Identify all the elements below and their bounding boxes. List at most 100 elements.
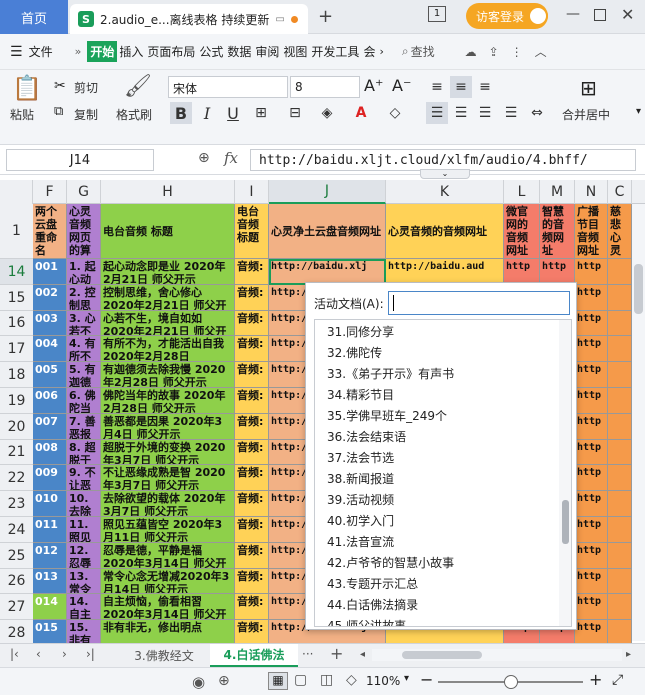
list-item[interactable]: 40.初学入门 — [327, 511, 394, 532]
table-cell-i[interactable]: 音频: — [235, 543, 269, 569]
eye-protection-icon[interactable]: ◉ — [192, 673, 205, 691]
menu-view[interactable]: 视图 — [281, 43, 309, 60]
table-cell-n[interactable]: http — [575, 414, 608, 440]
table-cell-f[interactable]: 007 — [33, 414, 67, 440]
last-sheet-icon[interactable]: ›| — [86, 647, 95, 661]
distribute-icon[interactable]: ⇔ — [526, 102, 548, 124]
table-cell-h[interactable]: 自主烦恼，偷看相習 2020年3月14日 师父开示 — [101, 594, 235, 620]
list-item[interactable]: 45.师父讲故事 — [327, 616, 406, 626]
document-tab[interactable]: S 2.audio_e...离线表格 持续更新 ▭ — [70, 4, 308, 34]
column-header-N[interactable]: N — [575, 180, 608, 204]
table-cell-i[interactable]: 音频: — [235, 414, 269, 440]
list-scrollbar[interactable] — [559, 320, 571, 626]
column-header-M[interactable]: M — [540, 180, 575, 204]
table-cell-f[interactable]: 010 — [33, 491, 67, 517]
vertical-scrollbar[interactable] — [632, 204, 645, 641]
zoom-out-icon[interactable]: − — [420, 670, 433, 689]
table-cell-f[interactable]: 005 — [33, 362, 67, 388]
search-button[interactable]: 查找 — [411, 43, 435, 60]
table-cell-n[interactable]: http — [575, 594, 608, 620]
table-cell-i[interactable]: 音频: — [235, 259, 269, 285]
table-cell-i[interactable]: 音频: — [235, 336, 269, 362]
list-scroll-thumb[interactable] — [562, 500, 569, 544]
merge-center-icon[interactable]: ⊞ — [580, 76, 597, 100]
clear-format-icon[interactable]: ◇ — [384, 102, 406, 124]
table-cell-n[interactable]: http — [575, 285, 608, 311]
menu-insert[interactable]: 插入 — [117, 43, 145, 60]
normal-view-icon[interactable]: ▦ — [268, 672, 288, 690]
list-item[interactable]: 32.佛陀传 — [327, 343, 382, 364]
table-cell-i[interactable]: 音频: — [235, 362, 269, 388]
align-top-icon[interactable]: ≡ — [426, 76, 448, 98]
hamburger-menu-icon[interactable]: ☰ — [10, 44, 23, 60]
list-item[interactable]: 42.卢爷爷的智慧小故事 — [327, 553, 454, 574]
list-item[interactable]: 31.同修分享 — [327, 322, 394, 343]
header-cell-L[interactable]: 微官网的音频网址 — [504, 204, 540, 259]
table-cell-o[interactable] — [608, 311, 632, 336]
table-cell-n[interactable]: http — [575, 362, 608, 388]
table-cell-h[interactable]: 有所不为，才能活出自我 2020年2月28日 — [101, 336, 235, 362]
table-cell-h[interactable]: 忍辱是德，平静是福 2020年3月14日 师父开示 — [101, 543, 235, 569]
table-cell-h[interactable]: 心若不生，境自如如 2020年2月21日 师父开示 — [101, 311, 235, 336]
table-cell-h[interactable]: 控制思维，舍心修心 2020年2月21日 师父开示 — [101, 285, 235, 311]
list-item[interactable]: 37.法会节选 — [327, 448, 394, 469]
list-item[interactable]: 38.新闻报道 — [327, 469, 394, 490]
horizontal-scroll-thumb[interactable] — [402, 651, 482, 659]
row-header[interactable]: 26 — [0, 569, 33, 594]
table-cell-o[interactable] — [608, 594, 632, 620]
table-cell-o[interactable] — [608, 285, 632, 311]
table-cell-f[interactable]: 011 — [33, 517, 67, 543]
underline-button[interactable]: U — [222, 102, 244, 124]
table-cell-h[interactable]: 不让恶缘成熟是智 2020年3月7日 师父开示 — [101, 465, 235, 491]
list-item[interactable]: 33.《弟子开示》有声书 — [327, 364, 454, 385]
table-cell-i[interactable]: 音频: — [235, 311, 269, 336]
table-cell-g[interactable]: 5. 有迦德 — [67, 362, 101, 388]
table-cell-h[interactable]: 常令心念无增减2020年3月14日 师父开示 — [101, 569, 235, 594]
column-header-O[interactable]: C — [608, 180, 632, 204]
table-cell-i[interactable]: 音频: — [235, 569, 269, 594]
list-item[interactable]: 43.专题开示汇总 — [327, 574, 418, 595]
new-tab-plus-icon[interactable]: + — [318, 6, 333, 27]
zoom-dropdown-icon[interactable]: ▾ — [404, 673, 409, 684]
vertical-scroll-thumb[interactable] — [634, 264, 643, 314]
table-cell-o[interactable] — [608, 543, 632, 569]
zoom-formula-icon[interactable]: ⊕ — [198, 150, 210, 166]
cut-button[interactable]: 剪切 — [74, 79, 98, 96]
header-cell-K[interactable]: 心灵音频的音频网址 — [386, 204, 504, 259]
monitor-icon[interactable]: ▭ — [275, 14, 284, 25]
header-cell-J[interactable]: 心灵净土云盘音频网址 — [269, 204, 386, 259]
menu-file[interactable]: 文件 — [29, 43, 53, 60]
increase-font-icon[interactable]: A⁺ — [364, 76, 383, 95]
cut-icon[interactable]: ✂ — [54, 78, 66, 94]
list-item[interactable]: 36.法会结束语 — [327, 427, 406, 448]
row-header[interactable]: 27 — [0, 594, 33, 620]
table-cell-i[interactable]: 音频: — [235, 285, 269, 311]
table-cell-g[interactable]: 9. 不让恶 — [67, 465, 101, 491]
table-cell-n[interactable]: http — [575, 569, 608, 594]
table-cell-h[interactable]: 善恶都是因果 2020年3月4日 师父开示 — [101, 414, 235, 440]
table-cell-o[interactable] — [608, 259, 632, 285]
more-options-icon[interactable]: ⋮ — [511, 45, 523, 59]
table-cell-n[interactable]: http — [575, 440, 608, 465]
table-cell-g[interactable]: 8. 超脱于 — [67, 440, 101, 465]
paste-button[interactable]: 粘贴 — [10, 106, 34, 123]
copy-icon[interactable]: ⧉ — [54, 104, 63, 119]
row-header[interactable]: 20 — [0, 414, 33, 440]
font-effect-icon[interactable]: ⊟ — [284, 102, 306, 124]
table-cell-o[interactable] — [608, 388, 632, 414]
fx-button[interactable]: fx — [224, 149, 238, 167]
table-cell-h[interactable]: 去除欲望的载体 2020年3月7日 师父开示 — [101, 491, 235, 517]
row-header[interactable]: 14 — [0, 259, 33, 285]
column-header-H[interactable]: H — [101, 180, 235, 204]
table-cell-h[interactable]: 有迦德须去除我慢 2020年2月28日 师父开示 — [101, 362, 235, 388]
table-cell-g[interactable]: 3. 心若不 — [67, 311, 101, 336]
list-item[interactable]: 34.精彩节目 — [327, 385, 394, 406]
row-header[interactable]: 21 — [0, 440, 33, 465]
table-cell-i[interactable]: 音频: — [235, 388, 269, 414]
table-cell-g[interactable]: 4. 有所不 — [67, 336, 101, 362]
table-cell-f[interactable]: 004 — [33, 336, 67, 362]
table-cell-o[interactable] — [608, 440, 632, 465]
collapse-ribbon-icon[interactable]: ︿ — [535, 43, 547, 60]
table-cell-o[interactable] — [608, 491, 632, 517]
align-middle-icon[interactable]: ≡ — [450, 76, 472, 98]
